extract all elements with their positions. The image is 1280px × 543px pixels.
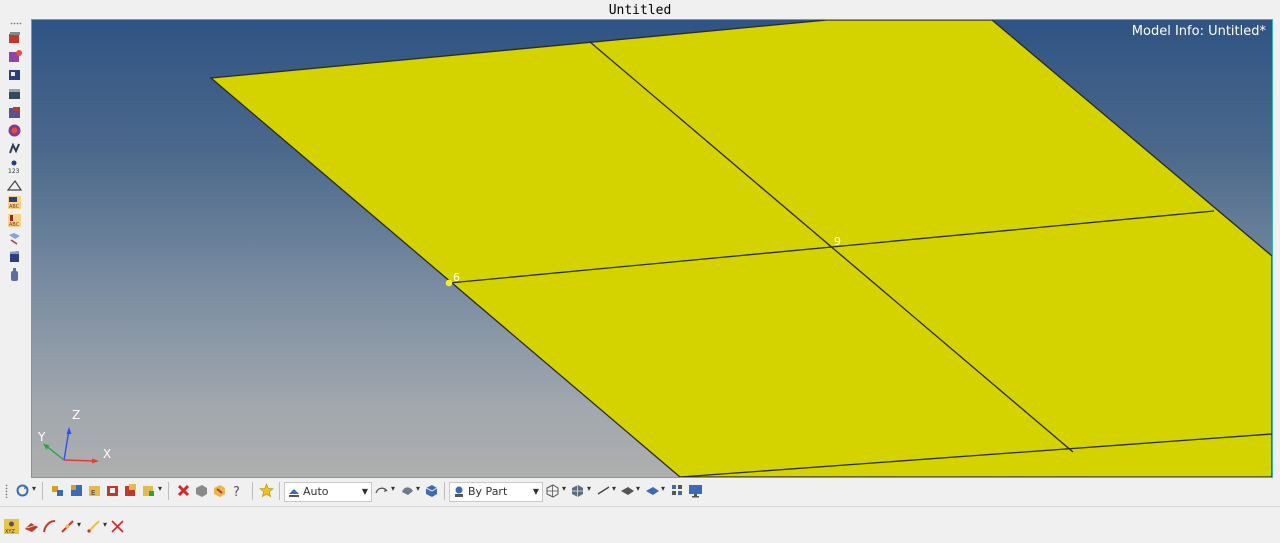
toolbar-grip[interactable] [10,22,22,25]
surface-color-icon[interactable] [645,483,660,498]
chevron-down-icon[interactable]: ▾ [416,484,420,493]
element-abc-label-icon[interactable]: ABC [7,213,22,228]
find-icon[interactable]: ? [231,483,246,498]
chevron-down-icon[interactable]: ▾ [661,484,665,493]
chevron-down-icon[interactable]: ▾ [158,484,162,493]
mesh-surface [209,20,1272,477]
component-color-icon[interactable] [7,123,22,138]
delete-line-icon[interactable] [110,519,125,534]
display-components-icon[interactable] [50,483,65,498]
mask-icon[interactable] [194,483,209,498]
arc-line-icon[interactable] [42,519,57,534]
rotate-view-icon[interactable] [15,483,30,498]
line-style-icon[interactable] [596,483,611,498]
chevron-down-icon[interactable]: ▾ [32,484,36,493]
delete-icon[interactable] [176,483,191,498]
separator [252,482,253,500]
display-all-icon[interactable] [69,483,84,498]
numbering-icon[interactable]: 123 [7,159,22,174]
star-icon[interactable] [259,483,274,498]
geometry-toolbar: XYZ ▾ ▾ [0,507,1280,543]
element-panel-icon[interactable] [7,67,22,82]
bottom-toolbar: ▾ E ▾ ? Auto ▼ ▾ ▾ By Part ▼ ▾ ▾ ▾ ▾ ▾ [0,478,1280,504]
model-info: Model Info: Untitled* [1131,24,1266,39]
graphics-viewport[interactable]: Model Info: Untitled* 6 9 Z Y X [31,19,1273,478]
svg-text:ABC: ABC [9,204,20,210]
svg-text:E: E [91,489,95,497]
chevron-down-icon[interactable]: ▾ [77,520,81,529]
shaded-icon[interactable] [400,483,415,498]
svg-text:?: ? [233,485,240,498]
left-toolbar: 123 ABC ABC [0,19,30,477]
node-label: 9 [834,235,841,248]
display-mode-dropdown[interactable]: Auto ▼ [284,482,372,502]
monitor-icon[interactable] [688,483,703,498]
color-mode-value: By Part [468,485,508,498]
color-mode-icon [455,486,463,497]
label-icon[interactable] [7,178,22,193]
chevron-down-icon: ▼ [361,487,368,496]
abc-label-icon[interactable]: ABC [7,195,22,210]
geometry-panel-icon[interactable] [7,30,22,45]
xyz-node-icon[interactable]: XYZ [4,519,19,534]
toolbar-grip[interactable] [5,484,8,498]
chevron-down-icon[interactable]: ▾ [103,520,107,529]
material-panel-icon[interactable] [7,105,22,120]
node-label: 6 [453,271,460,284]
chevron-down-icon[interactable]: ▾ [636,484,640,493]
dimension-icon[interactable] [7,231,22,246]
display-none-icon[interactable]: E [87,483,102,498]
node-marker [445,279,453,287]
wireframe-icon[interactable] [374,483,389,498]
connector-icon[interactable] [7,141,22,156]
separator [444,482,445,500]
svg-text:ABC: ABC [9,222,20,228]
chevron-down-icon[interactable]: ▾ [612,484,616,493]
line-edit-icon[interactable] [60,519,75,534]
reverse-display-icon[interactable] [141,483,156,498]
show-only-icon[interactable] [105,483,120,498]
separator [168,482,169,500]
shell-surface [209,20,1272,477]
y-axis-label: Y [38,430,46,444]
shaded-cube-icon[interactable] [424,483,439,498]
chevron-down-icon[interactable]: ▾ [587,484,591,493]
svg-text:123: 123 [8,168,20,174]
grid-blocks-icon[interactable] [670,483,685,498]
chevron-down-icon[interactable]: ▾ [562,484,566,493]
display-mode-value: Auto [303,485,329,498]
window-title: Untitled [0,0,1280,19]
z-axis-label: Z [72,408,81,422]
chevron-down-icon: ▼ [532,487,539,496]
mesh-shaded-icon[interactable] [570,483,585,498]
chevron-down-icon[interactable]: ▾ [391,484,395,493]
svg-text:XYZ: XYZ [5,529,15,534]
plane-icon[interactable] [620,483,635,498]
color-mode-dropdown[interactable]: By Part ▼ [449,482,543,502]
separator [279,482,280,500]
separator [42,482,43,500]
display-mode-icon [289,489,299,497]
linear-line-icon[interactable] [86,519,101,534]
mesh-panel-icon[interactable] [7,49,22,64]
isolate-icon[interactable] [123,483,138,498]
mesh-lines-icon[interactable] [545,483,560,498]
bottle-icon[interactable] [7,267,22,282]
page-icon[interactable] [7,249,22,264]
unmask-icon[interactable] [212,483,227,498]
x-axis-label: X [103,447,112,461]
surface-edit-icon[interactable] [24,519,39,534]
property-panel-icon[interactable] [7,86,22,101]
